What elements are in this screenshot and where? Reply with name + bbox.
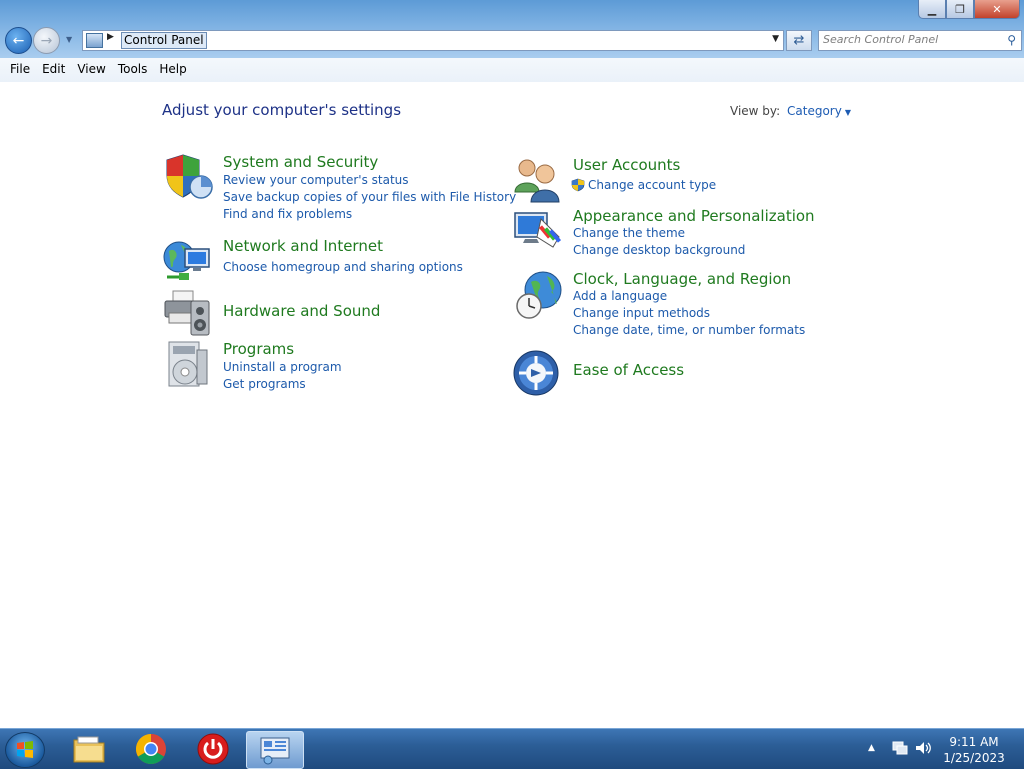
globe-clock-icon[interactable] [513, 270, 563, 320]
breadcrumb-control-panel[interactable]: Control Panel [121, 32, 207, 49]
view-by-dropdown[interactable]: Category ▼ [787, 104, 851, 118]
refresh-button[interactable]: ⇄ [786, 30, 812, 51]
clock-date: 1/25/2023 [943, 751, 1005, 765]
menu-view[interactable]: View [71, 58, 111, 82]
address-bar[interactable]: ▶ Control Panel ▼ [82, 30, 784, 51]
hardware-sound-title[interactable]: Hardware and Sound [223, 302, 380, 320]
page-title: Adjust your computer's settings [162, 101, 402, 119]
link-find-fix-problems[interactable]: Find and fix problems [223, 207, 352, 221]
link-homegroup-sharing[interactable]: Choose homegroup and sharing options [223, 260, 463, 274]
minimize-button[interactable]: ▁ [918, 0, 946, 19]
control-panel-icon [86, 33, 103, 48]
ease-of-access-icon[interactable] [513, 350, 563, 400]
menu-help[interactable]: Help [153, 58, 192, 82]
link-review-status[interactable]: Review your computer's status [223, 173, 409, 187]
appearance-title[interactable]: Appearance and Personalization [573, 207, 815, 225]
clock-language-region-title[interactable]: Clock, Language, and Region [573, 270, 791, 288]
view-by-value: Category [787, 104, 842, 118]
recent-pages-dropdown[interactable]: ▼ [66, 35, 72, 44]
link-add-language[interactable]: Add a language [573, 289, 667, 303]
programs-disc-icon[interactable] [163, 340, 213, 390]
close-button[interactable]: ✕ [974, 0, 1020, 19]
search-icon[interactable]: ⚲ [1007, 33, 1016, 47]
menu-edit[interactable]: Edit [36, 58, 71, 82]
chrome-icon[interactable] [125, 731, 177, 767]
change-account-type-label: Change account type [588, 178, 717, 192]
link-get-programs[interactable]: Get programs [223, 377, 306, 391]
monitor-palette-icon[interactable] [513, 207, 563, 257]
forward-arrow-icon: → [40, 32, 53, 49]
back-button[interactable]: ← [5, 27, 32, 54]
clock-time: 9:11 AM [949, 735, 999, 749]
uac-shield-icon [571, 178, 585, 192]
back-arrow-icon: ← [12, 32, 25, 49]
forward-button[interactable]: → [33, 27, 60, 54]
link-uninstall-program[interactable]: Uninstall a program [223, 360, 342, 374]
start-orb-icon[interactable] [5, 732, 45, 768]
menu-tools[interactable]: Tools [112, 58, 154, 82]
window-controls: ▁ ❐ ✕ [918, 0, 1020, 19]
link-input-methods[interactable]: Change input methods [573, 306, 710, 320]
network-globe-icon[interactable] [163, 237, 213, 287]
address-dropdown-icon[interactable]: ▼ [772, 34, 779, 44]
link-change-account-type[interactable]: Change account type [571, 178, 716, 192]
menu-bar: File Edit View Tools Help [0, 58, 1024, 82]
printer-speaker-icon[interactable] [163, 287, 213, 337]
control-panel-taskbar-icon[interactable] [246, 731, 304, 769]
link-desktop-background[interactable]: Change desktop background [573, 243, 745, 257]
volume-tray-icon[interactable] [914, 740, 932, 760]
maximize-button[interactable]: ❐ [946, 0, 974, 19]
system-clock[interactable]: 9:11 AM 1/25/2023 [938, 734, 1010, 766]
breadcrumb-chevron-icon[interactable]: ▶ [107, 32, 114, 42]
window-titlebar: ▁ ❐ ✕ ← → ▼ ▶ Control Panel ▼ ⇄ ⚲ [0, 0, 1024, 58]
control-panel-content: Adjust your computer's settings View by:… [0, 82, 1024, 728]
taskbar: ▲ 9:11 AM 1/25/2023 [0, 728, 1024, 769]
search-box[interactable]: ⚲ [818, 30, 1022, 51]
shield-icon[interactable] [163, 153, 213, 203]
link-change-theme[interactable]: Change the theme [573, 226, 685, 240]
programs-title[interactable]: Programs [223, 340, 294, 358]
show-hidden-icons-button[interactable]: ▲ [868, 743, 875, 753]
link-date-time-formats[interactable]: Change date, time, or number formats [573, 323, 805, 337]
users-icon[interactable] [513, 156, 563, 206]
power-app-icon[interactable] [187, 731, 239, 767]
network-internet-title[interactable]: Network and Internet [223, 237, 383, 255]
ease-of-access-title[interactable]: Ease of Access [573, 361, 684, 379]
link-file-history[interactable]: Save backup copies of your files with Fi… [223, 190, 516, 204]
user-accounts-title[interactable]: User Accounts [573, 156, 680, 174]
view-by-label: View by: [730, 104, 781, 118]
menu-file[interactable]: File [4, 58, 36, 82]
refresh-icon: ⇄ [793, 33, 805, 48]
network-tray-icon[interactable] [891, 740, 909, 760]
file-explorer-icon[interactable] [63, 731, 115, 767]
dropdown-caret-icon: ▼ [844, 108, 851, 117]
search-input[interactable] [823, 32, 999, 47]
system-security-title[interactable]: System and Security [223, 153, 378, 171]
